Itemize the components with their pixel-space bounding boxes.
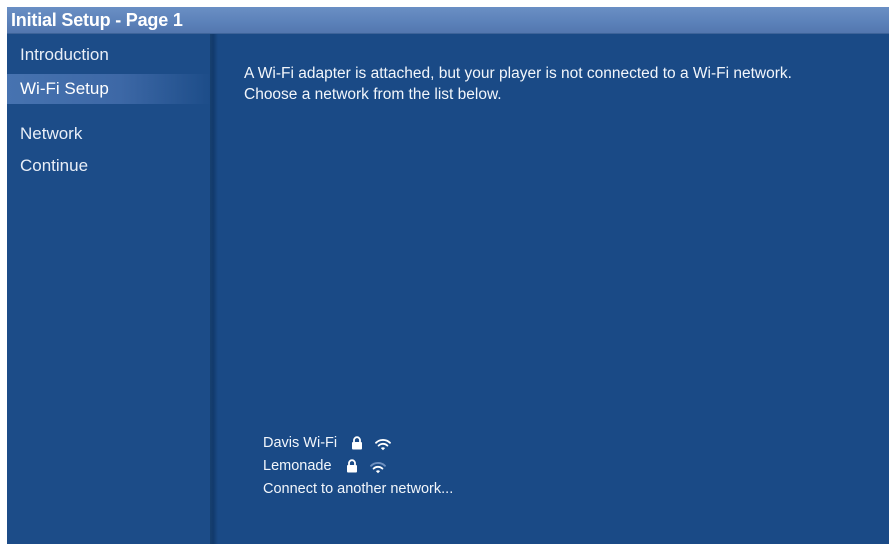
sidebar-item-network[interactable]: Network (20, 119, 212, 149)
wifi-signal-icon (369, 459, 386, 473)
network-item-davis-wifi[interactable]: Davis Wi-Fi (263, 432, 663, 455)
connect-another-network-label: Connect to another network... (263, 481, 454, 497)
sidebar-divider (210, 34, 218, 544)
info-message: A Wi-Fi adapter is attached, but your pl… (244, 65, 792, 103)
lock-icon (346, 458, 358, 473)
sidebar: Introduction Wi-Fi Setup Network Continu… (7, 34, 212, 544)
network-item-lemonade[interactable]: Lemonade (263, 455, 663, 478)
network-name: Davis Wi-Fi (263, 435, 338, 451)
wifi-signal-icon (375, 436, 392, 450)
lock-icon (351, 435, 363, 450)
sidebar-item-continue[interactable]: Continue (20, 151, 212, 181)
title-bar: Initial Setup - Page 1 (7, 7, 889, 34)
network-list: Davis Wi-Fi Lemonade Connect to another … (263, 432, 663, 501)
window-title: Initial Setup - Page 1 (11, 10, 183, 30)
network-name: Lemonade (263, 458, 332, 474)
setup-screen: Initial Setup - Page 1 Introduction Wi-F… (7, 7, 889, 544)
sidebar-item-introduction[interactable]: Introduction (20, 40, 212, 70)
connect-another-network[interactable]: Connect to another network... (263, 478, 663, 501)
sidebar-item-wifi-setup[interactable]: Wi-Fi Setup (7, 74, 212, 104)
